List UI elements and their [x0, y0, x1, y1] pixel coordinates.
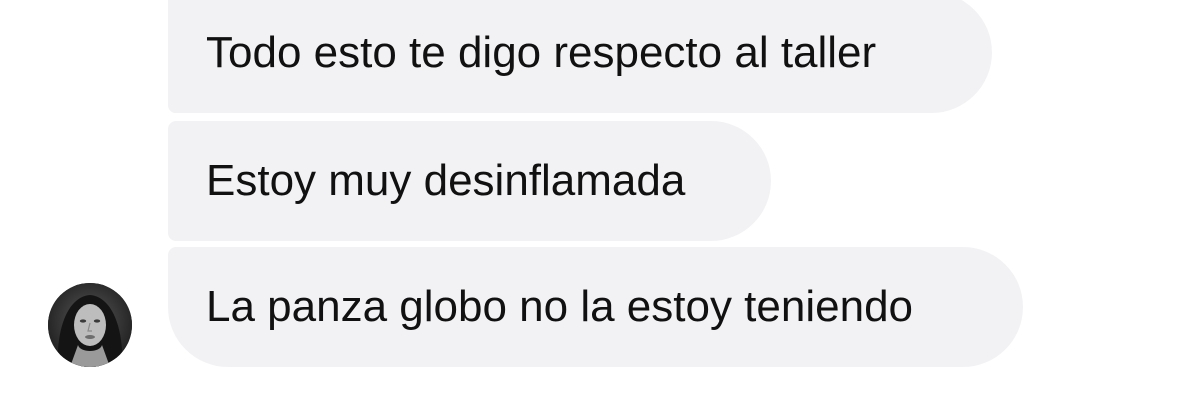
message-text: La panza globo no la estoy teniendo [206, 282, 914, 331]
avatar[interactable] [48, 283, 132, 367]
message-text: Estoy muy desinflamada [206, 156, 686, 205]
message-bubble[interactable]: La panza globo no la estoy teniendo [168, 247, 1023, 367]
message-bubble[interactable]: Estoy muy desinflamada [168, 121, 771, 241]
avatar-photo-icon [48, 283, 132, 367]
message-text: Todo esto te digo respecto al taller [206, 27, 877, 77]
message-thread: Todo esto te digo respecto al taller Est… [0, 0, 1179, 420]
message-bubble[interactable]: Todo esto te digo respecto al taller [168, 0, 992, 113]
